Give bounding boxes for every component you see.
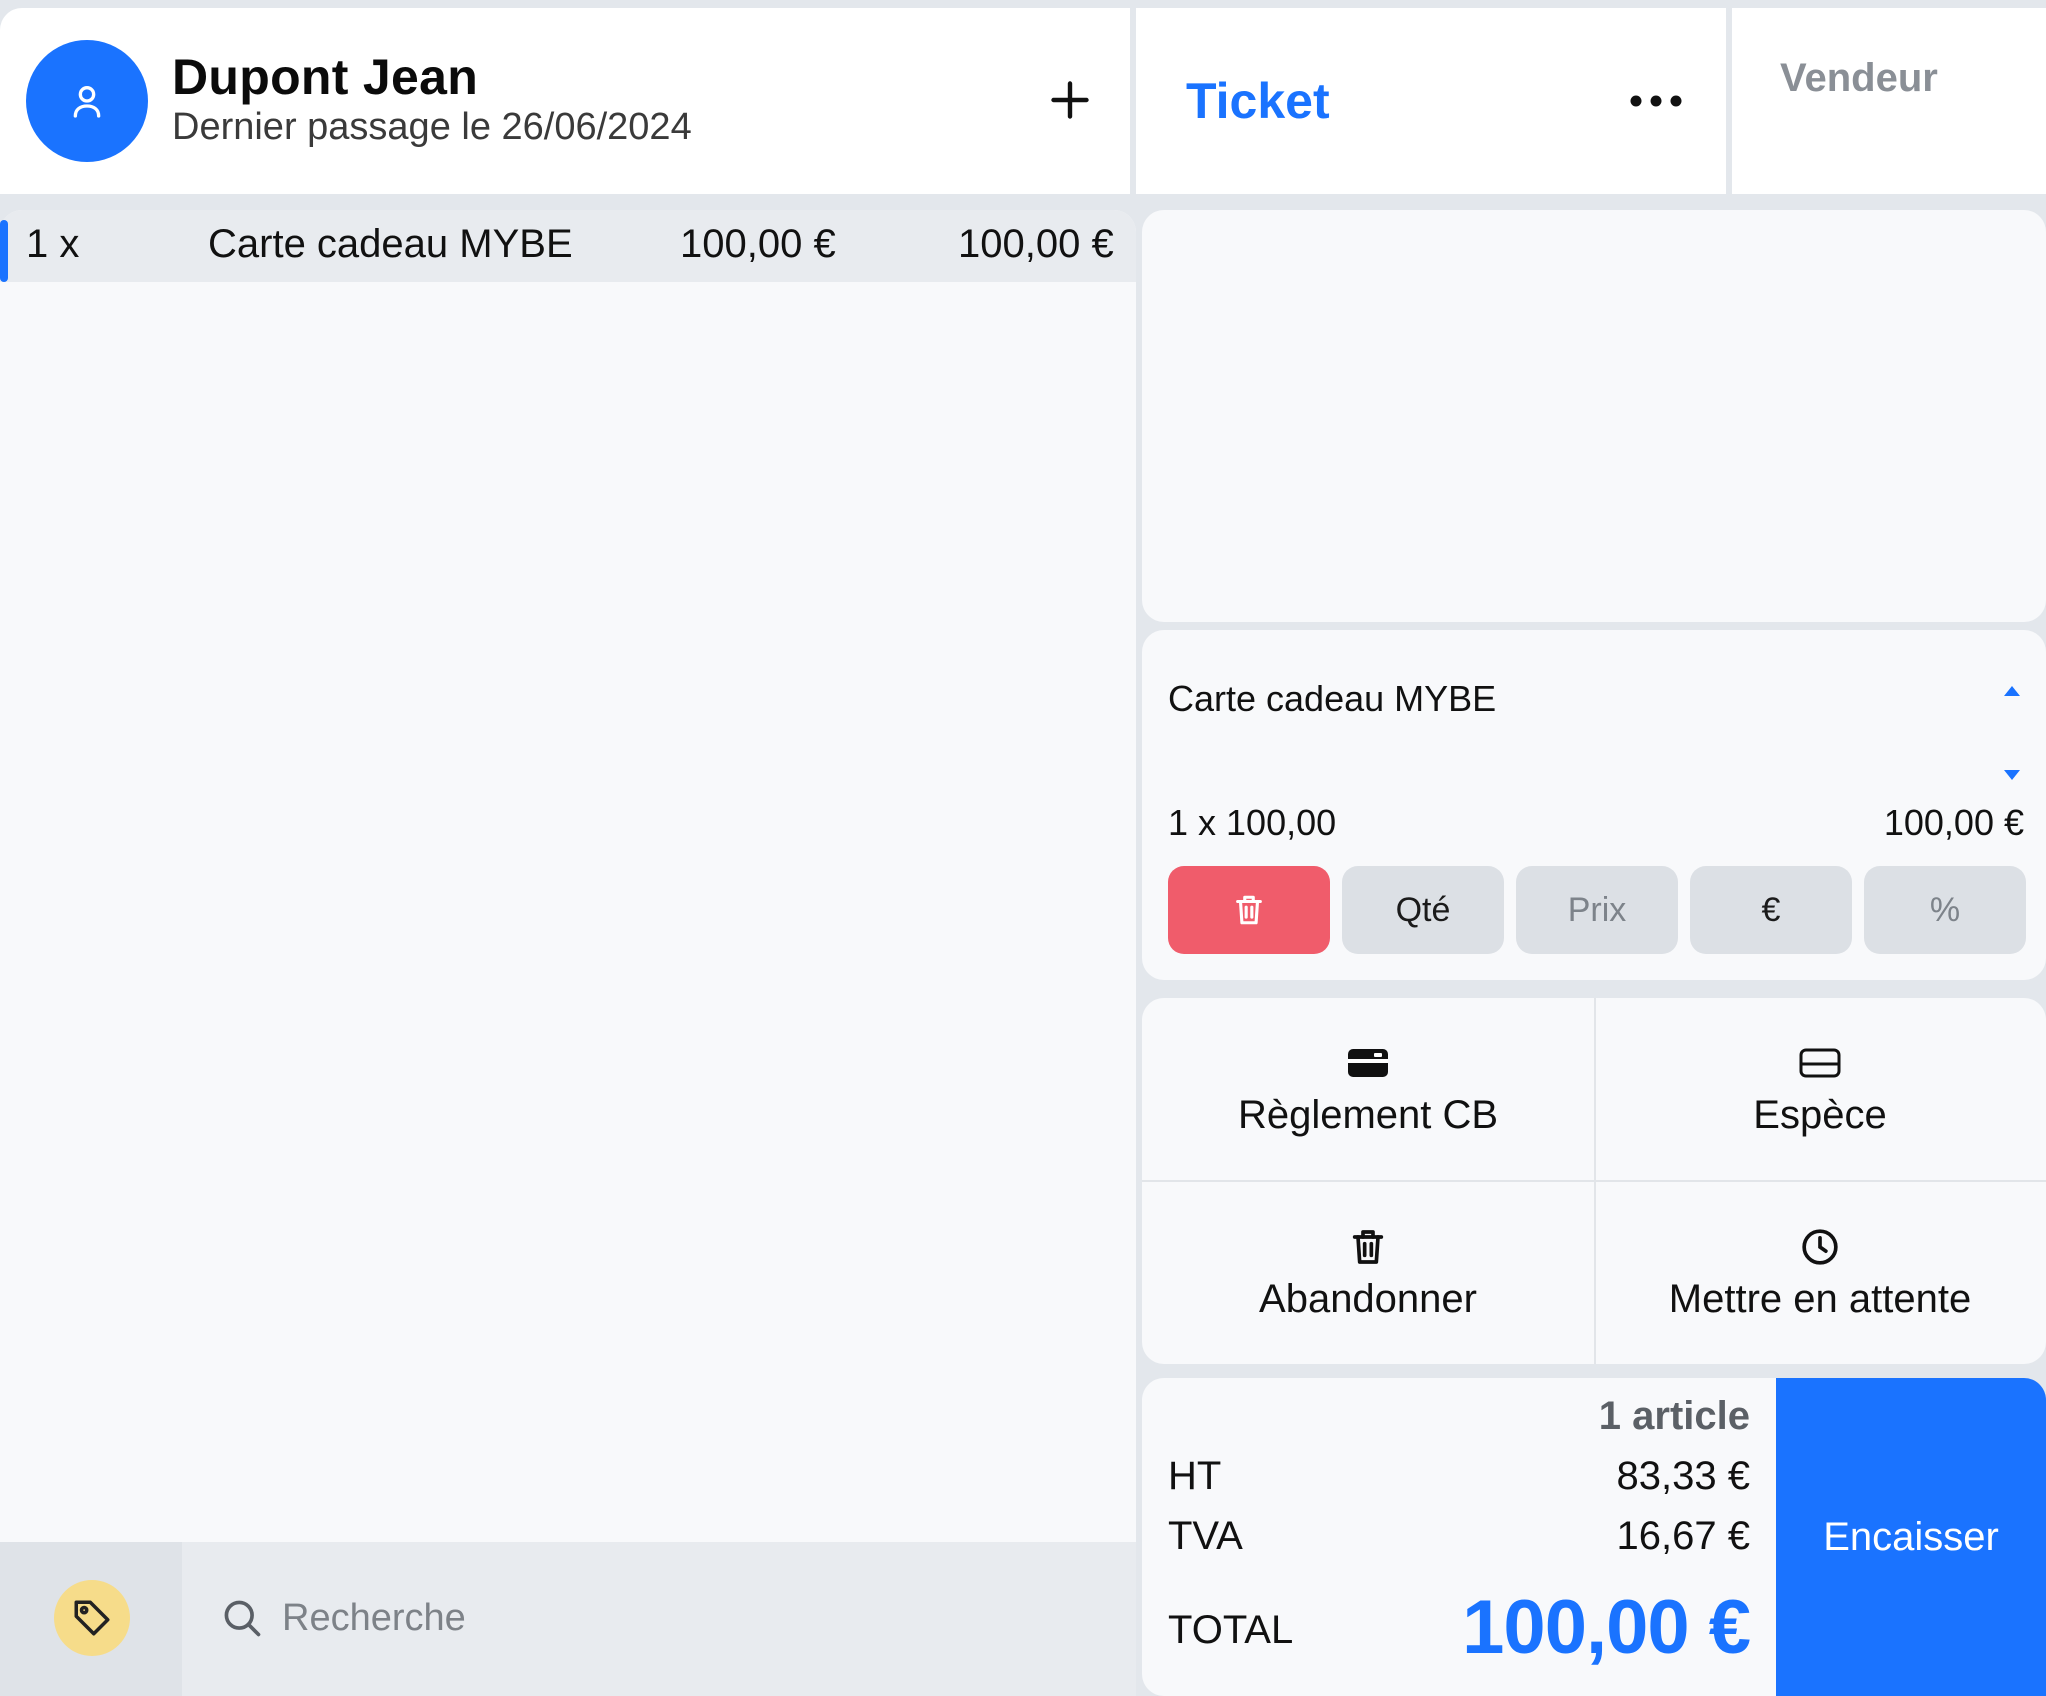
card-payment-label: Règlement CB: [1237, 1092, 1499, 1137]
hold-ticket-button[interactable]: Mettre en attente: [1594, 1182, 2046, 1364]
cart-panel: [0, 210, 1136, 1696]
cart-line-unit-price: 100,00 €: [680, 222, 836, 266]
vendeur-label[interactable]: Vendeur: [1780, 56, 1938, 101]
delete-line-button[interactable]: [1168, 866, 1330, 954]
ticket-title: Ticket: [1186, 73, 1330, 129]
euro-discount-button[interactable]: €: [1690, 866, 1852, 954]
card-payment-button[interactable]: Règlement CB: [1142, 998, 1594, 1180]
article-count: 1 article: [1598, 1394, 1750, 1438]
trash-icon: [1346, 1225, 1390, 1269]
client-last-visit: Dernier passage le 26/06/2024: [172, 106, 692, 148]
abandon-button[interactable]: Abandonner: [1142, 1182, 1594, 1364]
more-options-button[interactable]: [1616, 74, 1696, 128]
search-icon: [220, 1596, 264, 1640]
cart-line-total: 100,00 €: [958, 222, 1114, 266]
checkout-button[interactable]: Encaisser: [1776, 1378, 2046, 1696]
client-header: [0, 8, 1130, 194]
percent-discount-button[interactable]: %: [1864, 866, 2026, 954]
next-line-arrow-icon[interactable]: [2004, 770, 2020, 780]
plus-icon: [1051, 81, 1089, 119]
previous-line-arrow-icon[interactable]: [2004, 686, 2020, 696]
detail-line-total: 100,00 €: [1883, 802, 2024, 843]
card-icon: [1346, 1041, 1390, 1085]
tag-button[interactable]: [54, 1580, 130, 1656]
cart-line-name: Carte cadeau MYBE: [208, 222, 573, 266]
tva-label: TVA: [1168, 1514, 1243, 1558]
user-icon: [73, 86, 101, 118]
cash-payment-button[interactable]: Espèce: [1594, 998, 2046, 1180]
abandon-label: Abandonner: [1259, 1276, 1477, 1321]
vendeur-header[interactable]: [1732, 8, 2046, 194]
quantity-button[interactable]: Qté: [1342, 866, 1504, 954]
ht-label: HT: [1168, 1454, 1222, 1498]
client-name: Dupont Jean: [172, 49, 479, 105]
keypad-area: [1142, 210, 2046, 622]
tag-icon: [74, 1600, 110, 1636]
cash-payment-label: Espèce: [1753, 1092, 1887, 1137]
total-label: TOTAL: [1168, 1608, 1294, 1652]
search-input[interactable]: [282, 1586, 1102, 1650]
tva-value: 16,67 €: [1616, 1514, 1750, 1558]
hold-ticket-label: Mettre en attente: [1668, 1276, 1972, 1321]
clock-icon: [1798, 1225, 1842, 1269]
trash-icon: [1236, 895, 1262, 925]
cart-line-selected-indicator: [0, 220, 8, 282]
add-client-button[interactable]: [1040, 60, 1100, 140]
price-button[interactable]: Prix: [1516, 866, 1678, 954]
more-dots-icon: [1630, 95, 1682, 107]
ht-value: 83,33 €: [1616, 1454, 1750, 1498]
total-value: 100,00 €: [1462, 1585, 1751, 1670]
detail-product-name: Carte cadeau MYBE: [1168, 678, 1497, 719]
cart-line-qty: 1 x: [26, 222, 80, 266]
detail-qty-price: 1 x 100,00: [1168, 802, 1337, 843]
client-avatar[interactable]: [26, 40, 148, 162]
cash-icon: [1798, 1041, 1842, 1085]
